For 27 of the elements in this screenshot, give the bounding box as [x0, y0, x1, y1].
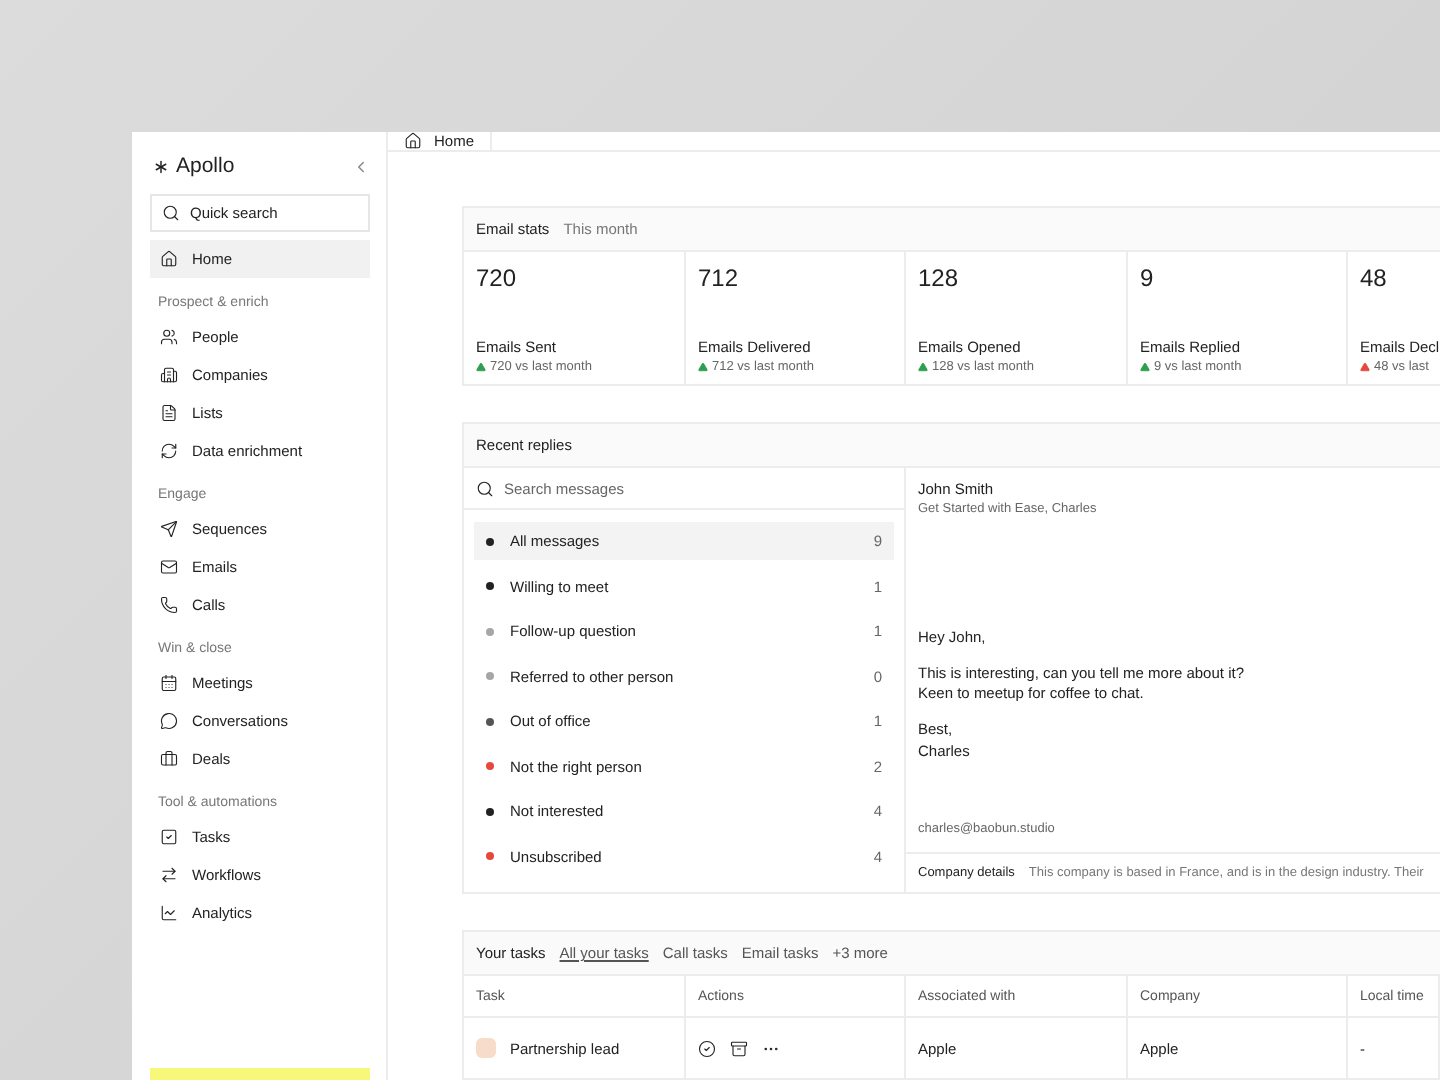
stat-value: 128 — [918, 264, 961, 292]
stat-value: 48 — [1360, 264, 1389, 292]
archive-icon[interactable] — [730, 1039, 748, 1057]
search-icon — [476, 479, 494, 497]
nav-icon — [160, 596, 178, 614]
nav-icon — [160, 442, 178, 460]
nav-icon — [160, 904, 178, 922]
home-icon — [404, 132, 422, 150]
search-icon — [162, 204, 180, 222]
logo: Apollo — [150, 154, 235, 178]
nav-icon — [160, 366, 178, 384]
nav-icon — [160, 520, 178, 538]
stat-value: 712 — [698, 264, 741, 292]
nav-icon — [160, 828, 178, 846]
nav-icon — [160, 558, 178, 576]
nav-icon — [160, 328, 178, 346]
nav-icon — [160, 866, 178, 884]
stat-value: 9 — [1140, 264, 1156, 292]
nav-icon — [160, 712, 178, 730]
home-icon — [160, 250, 178, 268]
nav-icon — [160, 404, 178, 422]
stat-value: 720 — [476, 264, 519, 292]
nav-icon — [160, 750, 178, 768]
collapse-icon[interactable] — [352, 157, 370, 175]
complete-icon[interactable] — [698, 1039, 716, 1057]
avatar — [476, 1038, 496, 1058]
nav-icon — [160, 674, 178, 692]
